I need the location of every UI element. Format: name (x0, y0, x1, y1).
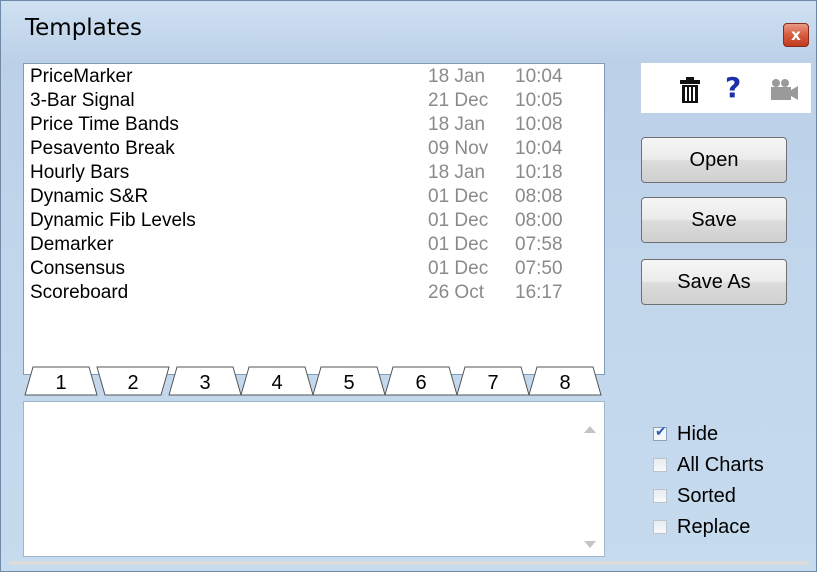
checkbox-box[interactable]: ✔ (653, 424, 667, 441)
tab-label: 1 (55, 372, 66, 394)
open-button[interactable]: Open (641, 137, 787, 183)
tab-5[interactable]: 5 (312, 366, 386, 396)
template-date: 09 Nov (428, 138, 489, 159)
template-row[interactable]: Price Time Bands 18 Jan 10:08 (24, 114, 604, 138)
hide-checkbox[interactable]: ✔ Hide (653, 421, 718, 447)
template-time: 08:00 (515, 210, 563, 231)
template-date: 18 Jan (428, 114, 486, 135)
template-name: PriceMarker (30, 66, 133, 87)
tab-label: 4 (271, 372, 282, 394)
scroll-up-arrow-icon[interactable] (584, 426, 596, 433)
template-name: Dynamic Fib Levels (30, 210, 196, 231)
templates-window: Templates x PriceMarker 18 Jan 10:04 3-Bar … (0, 0, 817, 572)
replace-checkbox[interactable]: Replace (653, 514, 750, 540)
template-row[interactable]: 3-Bar Signal 21 Dec 10:05 (24, 90, 604, 114)
all-charts-checkbox[interactable]: All Charts (653, 452, 764, 478)
template-time: 07:58 (515, 234, 563, 255)
template-row[interactable]: Hourly Bars 18 Jan 10:18 (24, 162, 604, 186)
template-date: 01 Dec (428, 234, 489, 255)
template-time: 10:04 (515, 138, 563, 159)
template-name: 3-Bar Signal (30, 90, 135, 111)
template-row[interactable]: Demarker 01 Dec 07:58 (24, 234, 604, 258)
checkbox-label: All Charts (677, 453, 764, 476)
tab-label: 2 (127, 372, 138, 394)
template-row[interactable]: Consensus 01 Dec 07:50 (24, 258, 604, 282)
template-date: 21 Dec (428, 90, 489, 111)
sorted-checkbox[interactable]: Sorted (653, 483, 736, 509)
checkmark-icon: ✔ (655, 424, 667, 440)
template-date: 01 Dec (428, 186, 489, 207)
template-name: Consensus (30, 258, 126, 279)
trash-icon[interactable] (679, 77, 701, 103)
tab-2[interactable]: 2 (96, 366, 170, 396)
tab-1[interactable]: 1 (24, 366, 98, 396)
template-time: 07:50 (515, 258, 563, 279)
template-time: 10:08 (515, 114, 563, 135)
template-row[interactable]: Dynamic Fib Levels 01 Dec 08:00 (24, 210, 604, 234)
template-time: 16:17 (515, 282, 563, 303)
template-time: 08:08 (515, 186, 563, 207)
window-title: Templates (25, 15, 142, 41)
tab-8[interactable]: 8 (528, 366, 602, 396)
notes-scrollbar[interactable] (576, 402, 604, 556)
template-row[interactable]: Pesavento Break 09 Nov 10:04 (24, 138, 604, 162)
template-date: 18 Jan (428, 162, 486, 183)
close-button[interactable]: x (783, 23, 809, 47)
template-list[interactable]: PriceMarker 18 Jan 10:04 3-Bar Signal 21 Dec… (23, 63, 605, 375)
template-name: Price Time Bands (30, 114, 179, 135)
tab-label: 6 (415, 372, 426, 394)
close-icon: x (791, 26, 801, 44)
template-date: 01 Dec (428, 210, 489, 231)
checkbox-label: Hide (677, 422, 719, 445)
template-time: 10:05 (515, 90, 563, 111)
template-date: 26 Oct (428, 282, 484, 303)
template-name: Demarker (30, 234, 114, 255)
template-row[interactable]: PriceMarker 18 Jan 10:04 (24, 66, 604, 90)
tab-label: 3 (199, 372, 210, 394)
help-icon[interactable]: ? (725, 71, 741, 104)
checkbox-label: Sorted (677, 484, 736, 507)
tab-3[interactable]: 3 (168, 366, 242, 396)
tab-label: 8 (559, 372, 570, 394)
checkbox-box[interactable] (653, 489, 667, 503)
save-button[interactable]: Save (641, 197, 787, 243)
window-bottom-edge (9, 561, 809, 565)
notes-textarea[interactable] (23, 401, 605, 557)
icon-toolbar: ? (641, 63, 811, 113)
template-time: 10:18 (515, 162, 563, 183)
template-name: Scoreboard (30, 282, 129, 303)
template-date: 18 Jan (428, 66, 486, 87)
template-name: Dynamic S&R (30, 186, 149, 207)
tab-6[interactable]: 6 (384, 366, 458, 396)
template-date: 01 Dec (428, 258, 489, 279)
tab-label: 5 (343, 372, 354, 394)
tab-7[interactable]: 7 (456, 366, 530, 396)
template-row[interactable]: Scoreboard 26 Oct 16:17 (24, 282, 604, 306)
checkbox-box[interactable] (653, 458, 667, 472)
tab-4[interactable]: 4 (240, 366, 314, 396)
template-name: Pesavento Break (30, 138, 175, 159)
camera-icon[interactable] (769, 77, 799, 101)
tab-strip: 1 2 3 4 5 6 7 8 (24, 366, 602, 396)
save-as-button[interactable]: Save As (641, 259, 787, 305)
template-row[interactable]: Dynamic S&R 01 Dec 08:08 (24, 186, 604, 210)
template-time: 10:04 (515, 66, 563, 87)
template-name: Hourly Bars (30, 162, 130, 183)
scroll-down-arrow-icon[interactable] (584, 541, 596, 548)
title-bar[interactable]: Templates x (1, 1, 816, 57)
checkbox-label: Replace (677, 515, 751, 538)
tab-label: 7 (487, 372, 498, 394)
checkbox-box[interactable] (653, 520, 667, 534)
